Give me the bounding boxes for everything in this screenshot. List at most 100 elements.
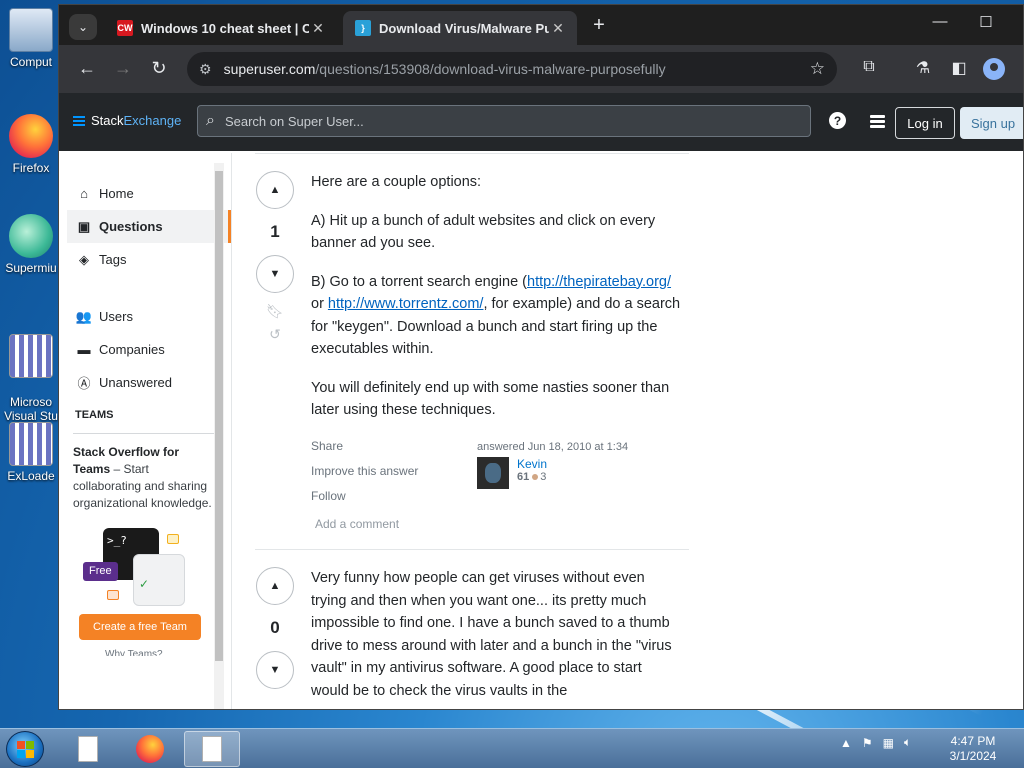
answer-separator	[255, 549, 689, 550]
teams-heading: TEAMS	[75, 409, 114, 421]
bookmark-icon[interactable]: 🔖︎	[255, 303, 295, 320]
share-link[interactable]: Share	[311, 439, 418, 464]
answer-text: or	[311, 296, 328, 312]
desktop-icon-exloader[interactable]: ExLoade	[0, 422, 62, 483]
sidebar-item-label: Tags	[99, 252, 127, 267]
sidebar-divider	[231, 153, 232, 709]
app-icon	[9, 214, 53, 258]
document-icon	[78, 736, 98, 762]
browser-toolbar: ← → ↻ ⚙ superuser.com/questions/153908/d…	[59, 45, 1023, 93]
tab-title: Windows 10 cheat sheet | Com	[141, 20, 309, 36]
why-teams-link[interactable]: Why Teams?	[105, 646, 219, 656]
sidebar-item-questions[interactable]: ▣ Questions	[67, 210, 231, 243]
profile-avatar-icon[interactable]	[983, 58, 1005, 80]
forward-arrow-icon[interactable]: →	[111, 58, 135, 79]
log-in-button[interactable]: Log in	[895, 107, 955, 139]
labs-flask-icon[interactable]: ⚗	[911, 58, 935, 78]
tag-icon: ◈	[79, 251, 89, 267]
tab-search-button[interactable]: ⌄	[69, 14, 97, 40]
search-input[interactable]	[222, 112, 783, 130]
tab-strip: ⌄ CW Windows 10 cheat sheet | Com ✕ } Do…	[59, 5, 1023, 45]
answer-paragraph: Here are a couple options:	[311, 174, 482, 190]
answer-body: Very funny how people can get viruses wi…	[311, 567, 681, 709]
volume-muted-icon[interactable]: 🔈︎	[904, 735, 911, 750]
history-icon[interactable]: ↺	[255, 326, 295, 343]
document-icon	[202, 736, 222, 762]
post-menu: Share Improve this answer Follow	[311, 439, 418, 514]
bookmark-star-icon[interactable]: ☆	[810, 59, 825, 79]
minimize-icon[interactable]: —	[925, 13, 955, 30]
taskbar: ▲ ⚑ ▦ 🔈︎ 4:47 PM 3/1/2024	[0, 728, 1024, 768]
system-clock[interactable]: 4:47 PM 3/1/2024	[942, 734, 1004, 764]
sidebar-item-label: Unanswered	[99, 375, 172, 390]
answer-body: Here are a couple options: A) Hit up a b…	[311, 171, 681, 438]
desktop-icon-firefox[interactable]: Firefox	[0, 114, 62, 175]
upvote-arrow-icon: ▲	[269, 184, 281, 196]
stackexchange-logo[interactable]: Stack Exchange	[73, 113, 181, 128]
tab-superuser[interactable]: } Download Virus/Malware Purp ✕	[343, 11, 577, 45]
avatar[interactable]	[477, 457, 509, 489]
reputation-score: 61	[517, 471, 530, 483]
piratebay-link[interactable]: http://thepiratebay.org/	[527, 274, 671, 290]
desktop-icon-label: ExLoade	[7, 469, 55, 483]
free-badge: Free	[83, 562, 118, 581]
downvote-button[interactable]: ▼	[256, 255, 294, 293]
upvote-button[interactable]: ▲	[256, 567, 294, 605]
taskbar-browser[interactable]	[184, 731, 240, 767]
sidebar-item-users[interactable]: 👥 Users	[67, 300, 231, 333]
downvote-arrow-icon: ▼	[269, 664, 281, 676]
reload-icon[interactable]: ↻	[147, 58, 171, 79]
logo-text-stack: Stack	[91, 113, 124, 128]
address-bar[interactable]: ⚙ superuser.com/questions/153908/downloa…	[187, 52, 837, 86]
vote-count: 1	[270, 222, 280, 241]
unanswered-icon: Ⓐ	[77, 376, 91, 391]
desktop-icon-label: Comput	[9, 55, 53, 69]
sidebar-item-label: Companies	[99, 342, 165, 357]
answer-paragraph: B) Go to a torrent search engine (http:/…	[311, 271, 681, 361]
vote-cell: ▲ 1 ▼ 🔖︎ ↺	[255, 171, 295, 343]
web-page: StackExchange ⌕ ? Log in Sign up ⌂ Home ▣…	[59, 93, 1023, 709]
site-switcher-icon[interactable]	[867, 111, 887, 131]
sign-up-button[interactable]: Sign up	[960, 107, 1023, 139]
tab-windows-cheat-sheet[interactable]: CW Windows 10 cheat sheet | Com ✕	[105, 11, 337, 45]
scrollbar-thumb[interactable]	[215, 171, 223, 661]
sidebar-item-companies[interactable]: ▬ Companies	[67, 333, 231, 366]
show-hidden-icons-icon[interactable]: ▲	[840, 736, 852, 750]
desktop-icon-supermium[interactable]: Supermiu	[0, 214, 62, 275]
superuser-favicon-icon: }	[355, 20, 371, 36]
close-tab-icon[interactable]: ✕	[549, 20, 567, 37]
flag-icon[interactable]: ⚑	[862, 736, 873, 750]
create-free-team-button[interactable]: Create a free Team	[79, 614, 201, 640]
extensions-puzzle-icon[interactable]: ⧉	[857, 58, 881, 76]
sidebar-item-tags[interactable]: ◈ Tags	[67, 243, 231, 276]
help-icon[interactable]: ?	[829, 112, 846, 129]
downvote-button[interactable]: ▼	[256, 651, 294, 689]
sidebar-item-unanswered[interactable]: Ⓐ Unanswered	[67, 366, 231, 399]
add-comment-link[interactable]: Add a comment	[315, 517, 399, 531]
maximize-icon[interactable]: ☐	[971, 13, 1001, 31]
back-arrow-icon[interactable]: ←	[75, 58, 99, 79]
sidebar-item-label: Home	[99, 186, 134, 201]
new-tab-plus-icon[interactable]: +	[587, 14, 611, 37]
sidebar-scrollbar[interactable]	[214, 163, 224, 709]
torrentz-link[interactable]: http://www.torrentz.com/	[328, 296, 484, 312]
teams-promo: Stack Overflow for Teams – Start collabo…	[73, 433, 219, 656]
tab-title: Download Virus/Malware Purp	[379, 20, 549, 36]
sidebar-item-home[interactable]: ⌂ Home	[67, 177, 231, 210]
side-panel-icon[interactable]: ◧	[947, 58, 971, 78]
site-info-icon[interactable]: ⚙	[199, 61, 212, 78]
close-tab-icon[interactable]: ✕	[309, 20, 327, 37]
chevron-down-icon: ⌄	[77, 20, 89, 34]
desktop-icon-visual-studio[interactable]: Microso Visual Stu	[0, 320, 62, 437]
follow-link[interactable]: Follow	[311, 489, 418, 514]
user-card: answered Jun 18, 2010 at 1:34 Kevin 61 3	[477, 441, 677, 489]
downvote-arrow-icon: ▼	[269, 268, 281, 280]
network-icon[interactable]: ▦	[883, 736, 894, 750]
start-button[interactable]	[6, 731, 44, 767]
desktop-icon-computer[interactable]: Comput	[0, 8, 62, 69]
upvote-button[interactable]: ▲	[256, 171, 294, 209]
answer-paragraph: Very funny how people can get viruses wi…	[311, 570, 672, 699]
taskbar-notepad[interactable]	[60, 731, 116, 767]
improve-answer-link[interactable]: Improve this answer	[311, 464, 418, 489]
taskbar-firefox[interactable]	[122, 731, 178, 767]
